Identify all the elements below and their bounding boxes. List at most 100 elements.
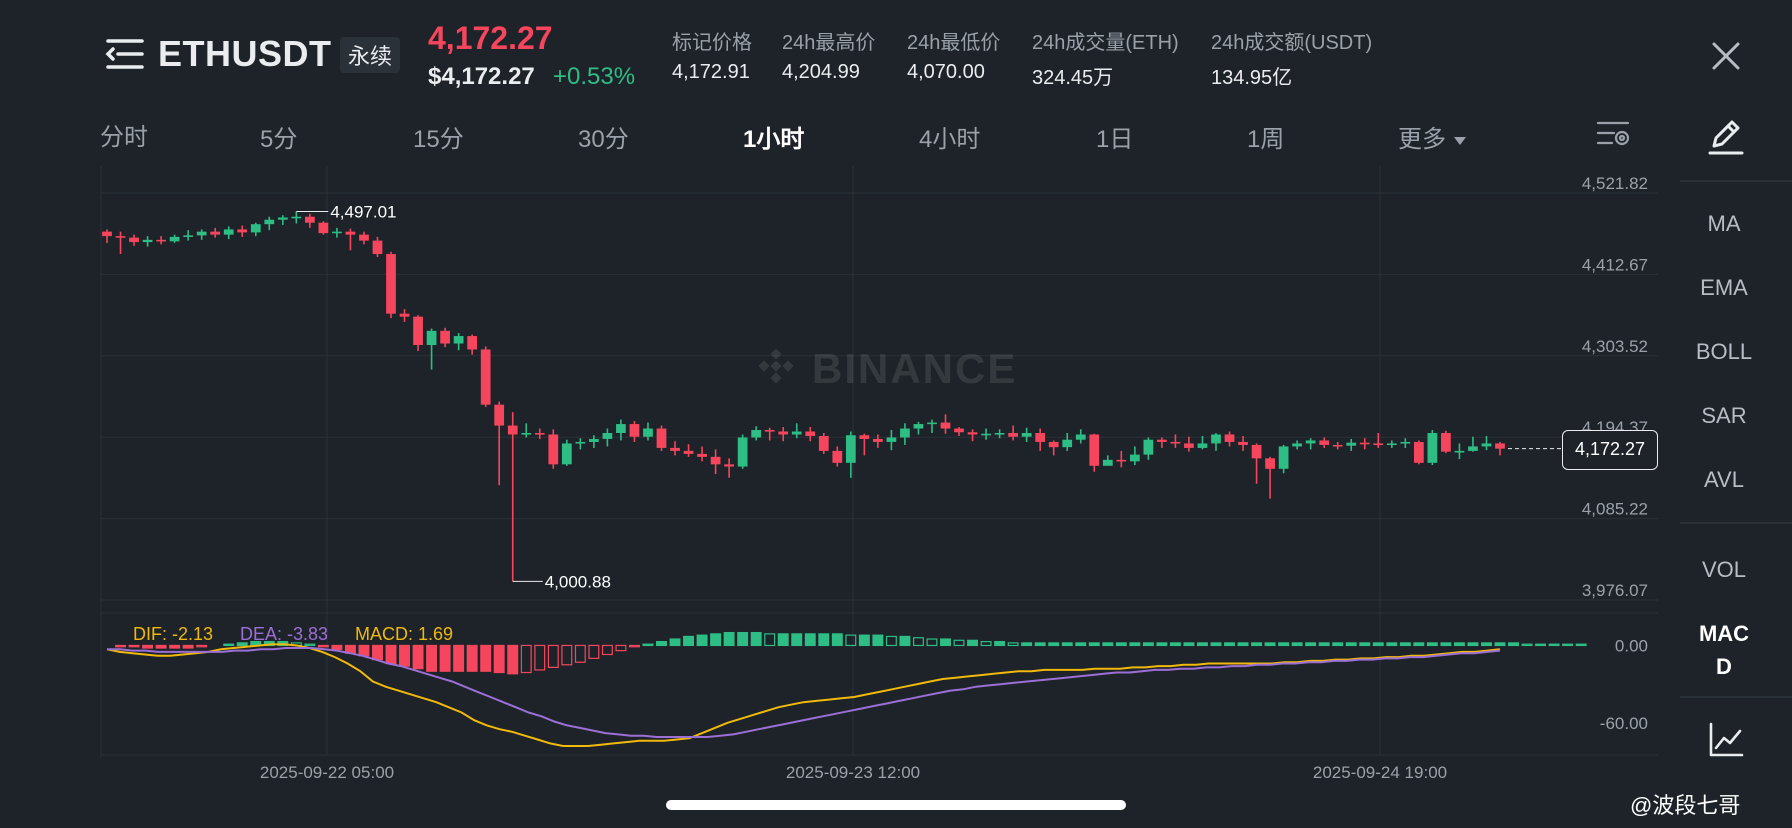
y-tick-label: 4,412.67 — [1582, 255, 1648, 274]
macd-histogram-bar — [1034, 642, 1046, 647]
candle-body — [494, 404, 505, 426]
indicator-macd[interactable]: MACD — [1694, 617, 1754, 683]
menu-icon[interactable] — [104, 36, 146, 72]
candle-body — [710, 456, 721, 465]
drawing-tool-icon[interactable] — [1708, 116, 1744, 156]
indicator-sar[interactable]: SAR — [1664, 403, 1784, 429]
candle-body — [1102, 459, 1113, 466]
candle-body — [1373, 443, 1384, 446]
macd-histogram-bar — [561, 644, 573, 666]
candle-body — [142, 239, 153, 243]
mark-price-label: 标记价格 — [672, 32, 752, 54]
candle-body — [643, 428, 653, 437]
macd-histogram-bar — [737, 631, 749, 647]
chart-settings-icon[interactable] — [1596, 119, 1630, 151]
macd-histogram-bar — [1224, 642, 1235, 647]
macd-histogram-bar — [1548, 643, 1560, 647]
macd-histogram-bar — [128, 644, 140, 648]
macd-histogram-bar — [1359, 642, 1371, 647]
candle-body — [575, 441, 586, 444]
macd-histogram-bar — [1562, 643, 1574, 647]
macd-histogram-bar — [1440, 642, 1452, 647]
macd-histogram-bar — [574, 644, 586, 663]
panel-divider — [1680, 180, 1792, 182]
candle-body — [264, 219, 275, 225]
candle-body — [1062, 439, 1073, 448]
candle-body — [291, 216, 302, 219]
panel-divider — [1680, 522, 1792, 524]
candle-body — [873, 438, 883, 442]
candle-body — [318, 222, 329, 234]
candle-body — [210, 231, 221, 235]
y-tick-label: 4,521.82 — [1582, 174, 1648, 193]
candle-body — [818, 435, 829, 451]
tab-1w[interactable]: 1周 — [1247, 119, 1284, 154]
candle-body — [156, 239, 166, 242]
tab-15m[interactable]: 15分 — [413, 119, 464, 154]
macd-histogram-bar — [155, 644, 167, 649]
watermark-text: BINANCE — [812, 345, 1018, 392]
candle-body — [1427, 433, 1438, 463]
candle-body — [250, 224, 261, 233]
macd-histogram-bar — [1007, 642, 1019, 647]
indicator-avl[interactable]: AVL — [1664, 467, 1784, 493]
x-tick-label: 2025-09-23 12:00 — [786, 763, 920, 782]
indicator-ma[interactable]: MA — [1664, 211, 1784, 237]
chart-grid — [100, 166, 1658, 758]
macd-histogram-bar — [926, 638, 938, 647]
candle-body — [1089, 434, 1100, 466]
candle-body — [764, 430, 775, 432]
tab-more[interactable]: 更多 — [1398, 119, 1466, 154]
tab-time-share[interactable]: 分时 — [100, 117, 148, 152]
macd-histogram-bar — [1399, 642, 1411, 647]
home-indicator — [666, 800, 1126, 810]
close-icon[interactable] — [1708, 38, 1744, 74]
macd-histogram-bar — [1535, 643, 1547, 647]
macd-histogram-bar — [1413, 642, 1425, 647]
indicator-vol[interactable]: VOL — [1664, 557, 1784, 583]
low-24h-value: 4,070.00 — [907, 61, 985, 83]
candle-body — [332, 231, 342, 234]
tab-30m[interactable]: 30分 — [578, 119, 629, 154]
binance-logo-icon — [758, 348, 794, 384]
tab-1d[interactable]: 1日 — [1096, 119, 1133, 154]
macd-histogram-bar — [764, 633, 776, 647]
candle-body — [1332, 444, 1343, 447]
macd-histogram-bar — [696, 634, 708, 647]
candle-body — [1251, 444, 1262, 459]
tab-1h[interactable]: 1小时 — [743, 119, 804, 154]
macd-histogram-bar — [1237, 642, 1249, 647]
indicator-boll[interactable]: BOLL — [1664, 339, 1784, 365]
tab-5m[interactable]: 5分 — [260, 119, 297, 154]
macd-histogram-bar — [1169, 642, 1181, 647]
macd-histogram-bar — [1021, 642, 1033, 647]
macd-histogram-bar — [872, 634, 884, 647]
macd-histogram-bar — [1508, 642, 1519, 647]
macd-histogram-bar — [1129, 642, 1141, 647]
indicator-ema[interactable]: EMA — [1664, 275, 1784, 301]
tab-4h[interactable]: 4小时 — [919, 119, 980, 154]
macd-histogram-bar — [493, 644, 505, 674]
macd-histogram-bar — [1386, 642, 1398, 647]
chart-trend-icon[interactable] — [1708, 722, 1744, 758]
macd-histogram-bar — [1372, 642, 1384, 647]
tab-more-label: 更多 — [1398, 126, 1446, 153]
macd-histogram-bar — [1453, 642, 1465, 647]
candle-body — [616, 424, 626, 434]
macd-histogram-bar — [723, 631, 735, 647]
macd-histogram-bar — [453, 644, 465, 672]
macd-histogram-bar — [1156, 642, 1168, 647]
macd-histogram-bar — [1251, 642, 1263, 647]
macd-histogram-bar — [1183, 642, 1195, 647]
candle-body — [453, 336, 464, 344]
macd-histogram-bar — [331, 644, 343, 650]
candle-body — [1400, 441, 1411, 444]
candle-body — [589, 438, 599, 442]
macd-histogram-bar — [372, 644, 383, 661]
candle-body — [1346, 442, 1357, 446]
macd-histogram-bar — [1196, 642, 1208, 647]
candlestick-series — [102, 211, 1505, 582]
macd-histogram-bar — [223, 643, 235, 647]
candle-body — [1021, 433, 1032, 437]
symbol-title[interactable]: ETHUSDT — [158, 33, 332, 75]
